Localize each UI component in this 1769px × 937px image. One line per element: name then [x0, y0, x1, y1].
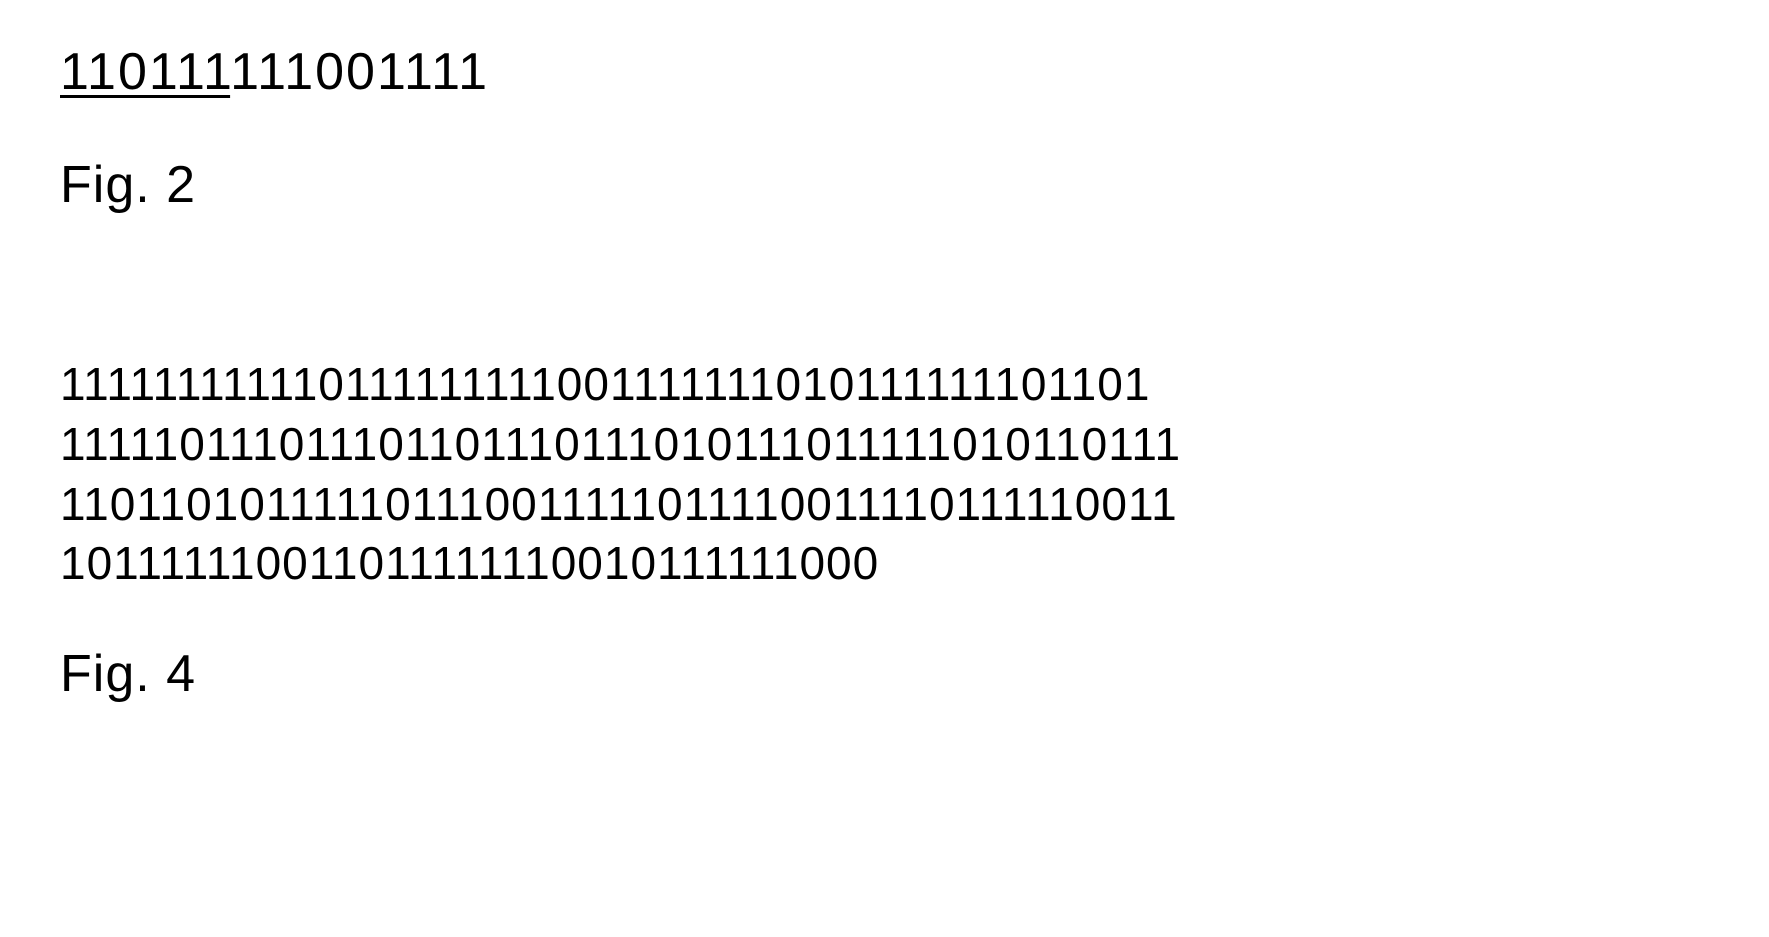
binary-underlined-part: 110111 — [60, 43, 230, 101]
binary-string-fig2: 110111111001111 — [60, 40, 1709, 105]
figure-4-label: Fig. 4 — [60, 644, 1709, 704]
binary-line-3: 1101101011111011100111110111100111101111… — [60, 475, 1709, 535]
figure-2-section: 110111111001111 Fig. 2 — [60, 40, 1709, 215]
binary-line-4: 101111110011011111110010111111000 — [60, 534, 1709, 594]
figure-2-label: Fig. 2 — [60, 155, 1709, 215]
binary-block-fig4: 1111111111101111111110011111110101111111… — [60, 355, 1709, 594]
binary-line-2: 1111101110111011011101110101110111110101… — [60, 415, 1709, 475]
figure-4-section: 1111111111101111111110011111110101111111… — [60, 355, 1709, 704]
binary-line-1: 1111111111101111111110011111110101111111… — [60, 355, 1709, 415]
binary-rest-part: 111001111 — [230, 43, 489, 101]
